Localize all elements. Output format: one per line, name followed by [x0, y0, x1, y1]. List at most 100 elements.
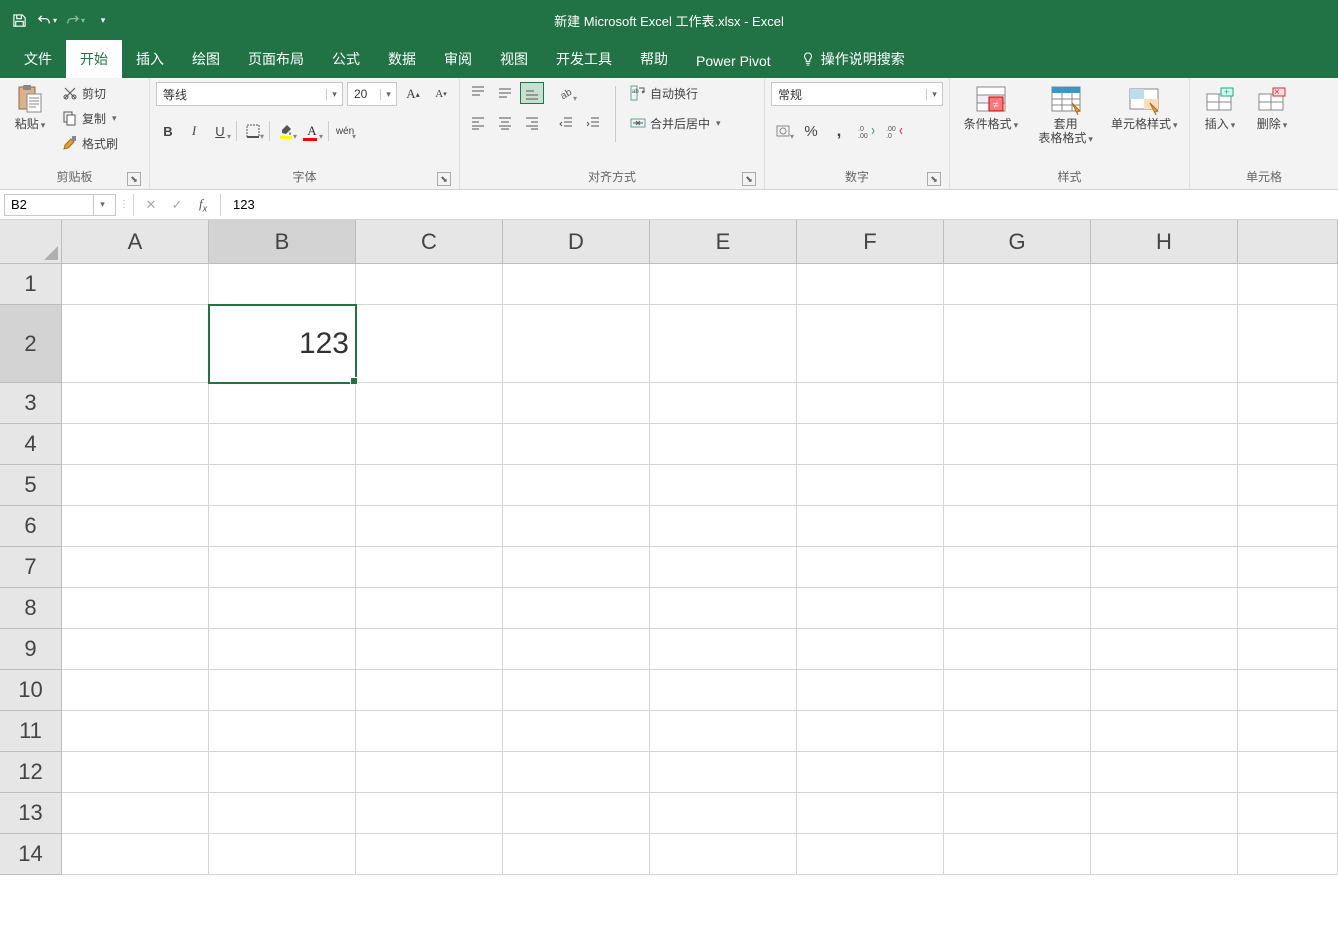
cell[interactable]: [503, 264, 650, 305]
column-header[interactable]: B: [209, 220, 356, 264]
cell[interactable]: [356, 834, 503, 875]
cell[interactable]: [209, 465, 356, 506]
cell[interactable]: [62, 711, 209, 752]
cell[interactable]: [1238, 711, 1338, 752]
cell[interactable]: [356, 383, 503, 424]
cell[interactable]: [209, 629, 356, 670]
cell[interactable]: [503, 547, 650, 588]
cell[interactable]: [503, 629, 650, 670]
row-header[interactable]: 9: [0, 629, 62, 670]
cell[interactable]: [1238, 383, 1338, 424]
column-header[interactable]: A: [62, 220, 209, 264]
cell[interactable]: [62, 670, 209, 711]
tell-me-search[interactable]: 操作说明搜索: [795, 40, 911, 78]
cell[interactable]: [1091, 465, 1238, 506]
increase-font-icon[interactable]: A▴: [401, 83, 425, 105]
tab-data[interactable]: 数据: [374, 40, 430, 78]
cell[interactable]: [944, 793, 1091, 834]
bold-button[interactable]: B: [156, 120, 180, 142]
cell[interactable]: [356, 752, 503, 793]
cell[interactable]: [650, 547, 797, 588]
cell[interactable]: [1091, 383, 1238, 424]
cell[interactable]: [356, 547, 503, 588]
conditional-formatting-button[interactable]: ≠ 条件格式: [956, 82, 1026, 132]
cell[interactable]: [1238, 670, 1338, 711]
row-header[interactable]: 5: [0, 465, 62, 506]
merge-center-button[interactable]: 合并后居中: [626, 112, 725, 134]
row-header[interactable]: 10: [0, 670, 62, 711]
accounting-format-button[interactable]: [771, 120, 795, 142]
row-header[interactable]: 13: [0, 793, 62, 834]
cell[interactable]: [1091, 547, 1238, 588]
cell[interactable]: [1238, 793, 1338, 834]
alignment-dialog-launcher[interactable]: ⬊: [742, 172, 756, 186]
cell[interactable]: [62, 629, 209, 670]
cell[interactable]: [209, 264, 356, 305]
cell[interactable]: [209, 711, 356, 752]
cell[interactable]: [1091, 834, 1238, 875]
borders-button[interactable]: [241, 120, 265, 142]
cell[interactable]: [944, 834, 1091, 875]
cell[interactable]: [944, 588, 1091, 629]
row-header[interactable]: 7: [0, 547, 62, 588]
cell[interactable]: [944, 465, 1091, 506]
cell[interactable]: [356, 670, 503, 711]
cell[interactable]: [944, 547, 1091, 588]
name-box[interactable]: ▾: [4, 194, 116, 216]
cell[interactable]: 123: [209, 305, 356, 383]
undo-button[interactable]: ▾: [34, 7, 60, 33]
row-header[interactable]: 14: [0, 834, 62, 875]
tab-view[interactable]: 视图: [486, 40, 542, 78]
cell[interactable]: [503, 670, 650, 711]
cell[interactable]: [62, 264, 209, 305]
font-size-combo[interactable]: 20▾: [347, 82, 397, 106]
font-name-combo[interactable]: 等线▾: [156, 82, 343, 106]
cell[interactable]: [650, 264, 797, 305]
name-box-input[interactable]: [5, 197, 93, 212]
cell[interactable]: [209, 424, 356, 465]
cell[interactable]: [62, 305, 209, 383]
cell[interactable]: [62, 383, 209, 424]
cell[interactable]: [1238, 588, 1338, 629]
cell[interactable]: [503, 588, 650, 629]
cell[interactable]: [62, 547, 209, 588]
phonetic-button[interactable]: wén: [333, 120, 357, 142]
cell[interactable]: [503, 711, 650, 752]
align-center-icon[interactable]: [493, 112, 517, 134]
align-left-icon[interactable]: [466, 112, 490, 134]
decrease-decimal-button[interactable]: .00.0: [883, 120, 907, 142]
cell[interactable]: [356, 465, 503, 506]
italic-button[interactable]: I: [182, 120, 206, 142]
align-bottom-icon[interactable]: [520, 82, 544, 104]
cell[interactable]: [1091, 711, 1238, 752]
comma-style-button[interactable]: ,: [827, 120, 851, 142]
column-header[interactable]: C: [356, 220, 503, 264]
cell[interactable]: [1091, 670, 1238, 711]
cell[interactable]: [1238, 264, 1338, 305]
percent-button[interactable]: %: [799, 120, 823, 142]
row-header[interactable]: 8: [0, 588, 62, 629]
cell[interactable]: [944, 264, 1091, 305]
cell[interactable]: [650, 424, 797, 465]
cell[interactable]: [944, 711, 1091, 752]
cell[interactable]: [503, 465, 650, 506]
cell[interactable]: [1238, 305, 1338, 383]
insert-function-button[interactable]: fx: [190, 194, 216, 216]
format-painter-button[interactable]: 格式刷: [58, 132, 122, 154]
align-right-icon[interactable]: [520, 112, 544, 134]
cell[interactable]: [797, 834, 944, 875]
formula-input[interactable]: [225, 194, 1338, 216]
clipboard-dialog-launcher[interactable]: ⬊: [127, 172, 141, 186]
tab-page-layout[interactable]: 页面布局: [234, 40, 318, 78]
cell[interactable]: [1091, 424, 1238, 465]
save-icon[interactable]: [6, 7, 32, 33]
cell[interactable]: [62, 793, 209, 834]
select-all-corner[interactable]: [0, 220, 62, 264]
cell[interactable]: [944, 506, 1091, 547]
redo-button[interactable]: ▾: [62, 7, 88, 33]
cell[interactable]: [62, 752, 209, 793]
cell[interactable]: [650, 752, 797, 793]
tab-home[interactable]: 开始: [66, 40, 122, 78]
cell[interactable]: [650, 793, 797, 834]
cell[interactable]: [1238, 629, 1338, 670]
